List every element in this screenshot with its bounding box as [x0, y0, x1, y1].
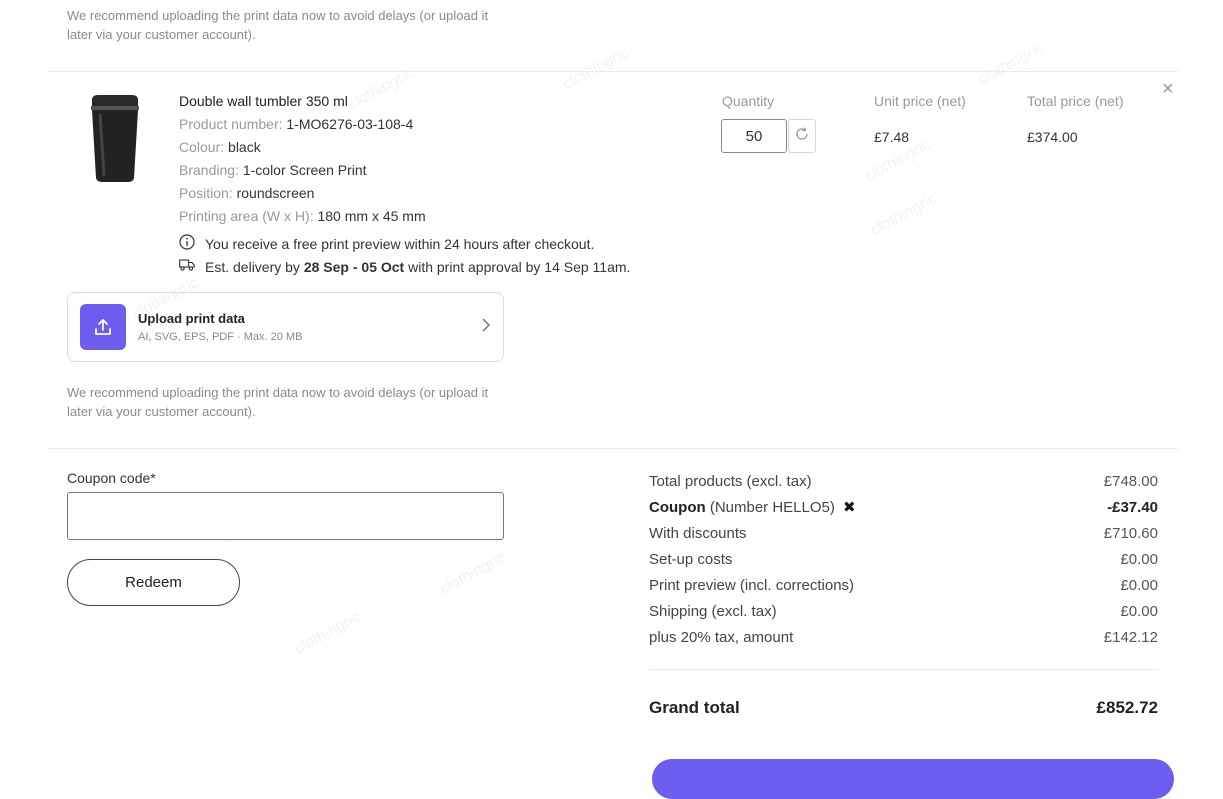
- summary-row-tax: plus 20% tax, amount £142.12: [649, 627, 1158, 647]
- product-title[interactable]: Double wall tumbler 350 ml: [179, 93, 348, 109]
- summary-row-total-products: Total products (excl. tax) £748.00: [649, 471, 1158, 491]
- summary-label: Shipping (excl. tax): [649, 602, 777, 620]
- summary-value: £0.00: [1120, 602, 1158, 620]
- total-price-header: Total price (net): [1027, 93, 1124, 109]
- detail-value: 1-MO6276-03-108-4: [286, 116, 414, 132]
- summary-value: £0.00: [1120, 576, 1158, 594]
- info-icon: [179, 234, 195, 253]
- print-preview-note: You receive a free print preview within …: [179, 234, 594, 253]
- watermark: clothingric: [867, 190, 940, 239]
- product-position: Position: roundscreen: [179, 185, 314, 201]
- divider: [649, 669, 1158, 670]
- product-number: Product number: 1-MO6276-03-108-4: [179, 116, 413, 132]
- summary-label: plus 20% tax, amount: [649, 628, 794, 646]
- coupon-label: Coupon code*: [67, 470, 156, 486]
- upload-recommendation-note: We recommend uploading the print data no…: [67, 8, 489, 42]
- summary-label: Coupon (Number HELLO5) ✖: [649, 498, 856, 516]
- summary-label: With discounts: [649, 524, 747, 542]
- refresh-quantity-button[interactable]: [788, 119, 816, 153]
- grand-total-row: Grand total £852.72: [649, 696, 1158, 720]
- delivery-prefix: Est. delivery by: [205, 258, 300, 275]
- detail-label: Printing area (W x H):: [179, 208, 314, 224]
- print-preview-text: You receive a free print preview within …: [205, 235, 595, 252]
- summary-row-setup-costs: Set-up costs £0.00: [649, 549, 1158, 569]
- summary-value: £0.00: [1120, 550, 1158, 568]
- refresh-icon: [794, 126, 810, 147]
- upload-recommendation-note: We recommend uploading the print data no…: [67, 385, 489, 419]
- upload-formats: AI, SVG, EPS, PDF · Max. 20 MB: [138, 331, 303, 343]
- upload-print-data-card[interactable]: Upload print data AI, SVG, EPS, PDF · Ma…: [67, 292, 504, 362]
- summary-label: Total products (excl. tax): [649, 472, 812, 490]
- detail-label: Position:: [179, 185, 233, 201]
- summary-value: £142.12: [1103, 628, 1158, 646]
- summary-row-shipping: Shipping (excl. tax) £0.00: [649, 601, 1158, 621]
- delivery-estimate: Est. delivery by 28 Sep - 05 Oct with pr…: [179, 258, 630, 275]
- chevron-right-icon: [481, 317, 491, 337]
- detail-value: 1-color Screen Print: [242, 162, 367, 178]
- unit-price: £7.48: [874, 129, 910, 145]
- summary-value: £748.00: [1103, 472, 1158, 490]
- grand-total-label: Grand total: [649, 698, 740, 717]
- upload-icon: [80, 304, 126, 350]
- remove-item-button[interactable]: ×: [1162, 78, 1174, 101]
- product-image: [86, 92, 144, 189]
- summary-row-print-preview: Print preview (incl. corrections) £0.00: [649, 575, 1158, 595]
- upload-title: Upload print data: [138, 311, 245, 326]
- watermark: clothingric: [291, 609, 364, 658]
- summary-label: Print preview (incl. corrections): [649, 576, 855, 594]
- product-colour: Colour: black: [179, 139, 261, 155]
- detail-value: 180 mm x 45 mm: [317, 208, 426, 224]
- quantity-input[interactable]: 50: [721, 119, 787, 153]
- watermark: clothingric: [974, 39, 1047, 88]
- truck-icon: [179, 258, 195, 275]
- product-branding: Branding: 1-color Screen Print: [179, 162, 367, 178]
- divider: [48, 71, 1178, 72]
- delivery-range: 28 Sep - 05 Oct: [303, 258, 405, 275]
- coupon-applied-label: Coupon: [649, 499, 706, 516]
- product-printing-area: Printing area (W x H): 180 mm x 45 mm: [179, 208, 426, 224]
- detail-label: Product number:: [179, 116, 283, 132]
- coupon-applied-code: (Number HELLO5): [709, 499, 835, 516]
- summary-row-coupon: Coupon (Number HELLO5) ✖ -£37.40: [649, 497, 1158, 517]
- detail-value: roundscreen: [236, 185, 315, 201]
- summary-value: £710.60: [1103, 524, 1158, 542]
- divider: [48, 448, 1178, 449]
- summary-value: -£37.40: [1107, 498, 1158, 516]
- watermark: clothingric: [559, 44, 632, 93]
- grand-total-value: £852.72: [1096, 698, 1158, 717]
- watermark: clothingric: [436, 549, 509, 598]
- summary-row-with-discounts: With discounts £710.60: [649, 523, 1158, 543]
- redeem-button[interactable]: Redeem: [67, 559, 240, 606]
- coupon-input[interactable]: [67, 492, 504, 540]
- detail-label: Colour:: [179, 139, 225, 155]
- summary-label: Set-up costs: [649, 550, 733, 568]
- quantity-control: 50: [721, 119, 816, 153]
- checkout-button[interactable]: [652, 759, 1174, 799]
- total-price: £374.00: [1027, 129, 1078, 145]
- unit-price-header: Unit price (net): [874, 93, 966, 109]
- quantity-header: Quantity: [722, 93, 775, 109]
- remove-coupon-button[interactable]: ✖: [843, 499, 856, 516]
- detail-value: black: [228, 139, 261, 155]
- detail-label: Branding:: [179, 162, 239, 178]
- delivery-suffix: with print approval by 14 Sep 11am.: [408, 258, 631, 275]
